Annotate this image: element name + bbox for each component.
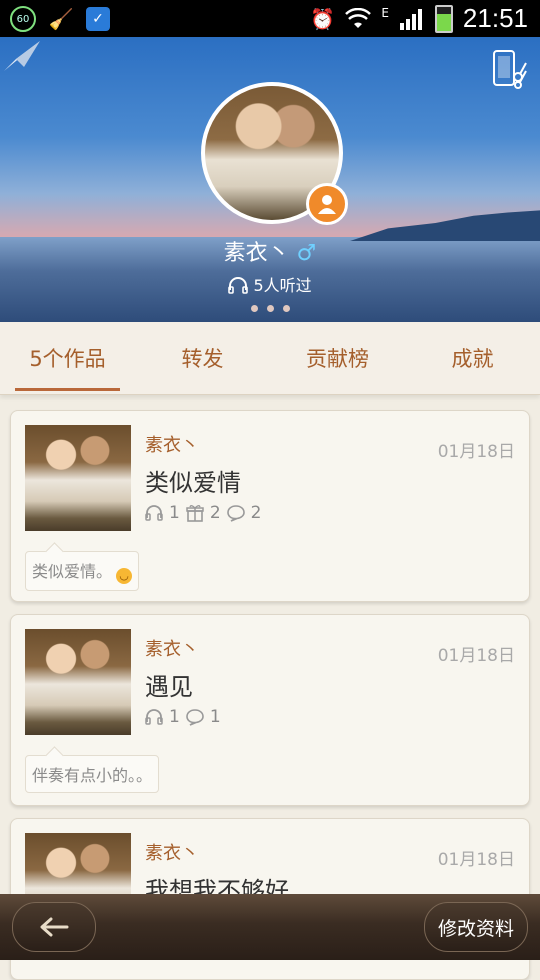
arrow-left-icon (40, 917, 69, 937)
active-tab-indicator (15, 388, 120, 391)
profile-name-text: 素衣丶 (223, 241, 290, 266)
paper-plane-icon[interactable] (2, 39, 42, 73)
work-date: 01月18日 (437, 850, 515, 870)
listener-count: 5人听过 (0, 272, 540, 296)
latest-comment-text: 类似爱情。 (32, 562, 113, 581)
listen-count: 1 (169, 503, 180, 523)
back-button[interactable] (12, 902, 96, 952)
profile-tabs: 5个作品 转发 贡献榜 成就 (0, 322, 540, 395)
work-card[interactable]: 素衣丶 01月18日 遇见 1 1 伴奏有点小的。。 (10, 614, 530, 806)
comment-icon (226, 505, 245, 522)
comment-icon (186, 709, 204, 726)
notification-60-icon: 60 (10, 6, 36, 32)
work-date: 01月18日 (437, 442, 515, 462)
work-stats: 1 1 (145, 707, 221, 727)
comment-count: 2 (250, 503, 262, 523)
clock: 21:51 (462, 3, 528, 33)
phone-scissors-icon[interactable] (492, 49, 528, 89)
profile-name: 素衣丶 ♂ (0, 235, 540, 267)
headphones-icon (145, 505, 163, 521)
headphones-icon (145, 709, 163, 725)
work-title[interactable]: 类似爱情 (145, 463, 241, 498)
work-author[interactable]: 素衣丶 (145, 635, 199, 661)
work-author[interactable]: 素衣丶 (145, 431, 199, 457)
notification-badge: 60 (16, 13, 30, 25)
listener-count-text: 5人听过 (253, 276, 312, 295)
work-stats: 1 2 2 (145, 503, 261, 523)
latest-comment[interactable]: 伴奏有点小的。。 (25, 755, 160, 793)
comment-count: 1 (209, 707, 221, 727)
profile-badge-icon (306, 183, 348, 225)
listen-count: 1 (169, 707, 180, 727)
page-dot (282, 305, 290, 312)
gift-count: 2 (209, 503, 221, 523)
page-dot (250, 305, 258, 312)
signal-icon (399, 8, 422, 30)
status-bar: 60 🧹 ✓ ⏰ E 21:51 (0, 0, 540, 37)
gift-icon (186, 505, 204, 522)
profile-banner: 素衣丶 ♂ 5人听过 (0, 37, 540, 322)
cleaner-icon: 🧹 (48, 7, 74, 31)
work-thumbnail[interactable] (25, 425, 131, 531)
work-date: 01月18日 (437, 646, 515, 666)
tab-contribution[interactable]: 贡献榜 (270, 322, 405, 394)
battery-icon (434, 4, 453, 33)
smile-emoji-icon: ◡ (116, 568, 133, 584)
tab-achievements[interactable]: 成就 (405, 322, 540, 394)
latest-comment[interactable]: 类似爱情。 ◡ (25, 551, 140, 591)
alarm-icon: ⏰ (310, 6, 336, 31)
page-dot (266, 305, 274, 312)
edit-profile-button[interactable]: 修改资料 (424, 902, 528, 952)
bottom-bar: 修改资料 (0, 894, 540, 960)
headphones-icon (228, 277, 249, 294)
app-notification-icon: ✓ (86, 7, 110, 31)
work-card[interactable]: 素衣丶 01月18日 类似爱情 1 2 2 类似爱情。 ◡ (10, 410, 530, 602)
male-icon: ♂ (296, 241, 317, 266)
tab-works[interactable]: 5个作品 (0, 322, 135, 394)
latest-comment-text: 伴奏有点小的。。 (32, 766, 153, 785)
tab-reposts[interactable]: 转发 (135, 322, 270, 394)
work-author[interactable]: 素衣丶 (145, 839, 199, 865)
network-type: E (381, 6, 389, 20)
page-indicator (0, 305, 540, 312)
wifi-icon (345, 7, 372, 28)
work-thumbnail[interactable] (25, 629, 131, 735)
work-title[interactable]: 遇见 (145, 667, 193, 702)
